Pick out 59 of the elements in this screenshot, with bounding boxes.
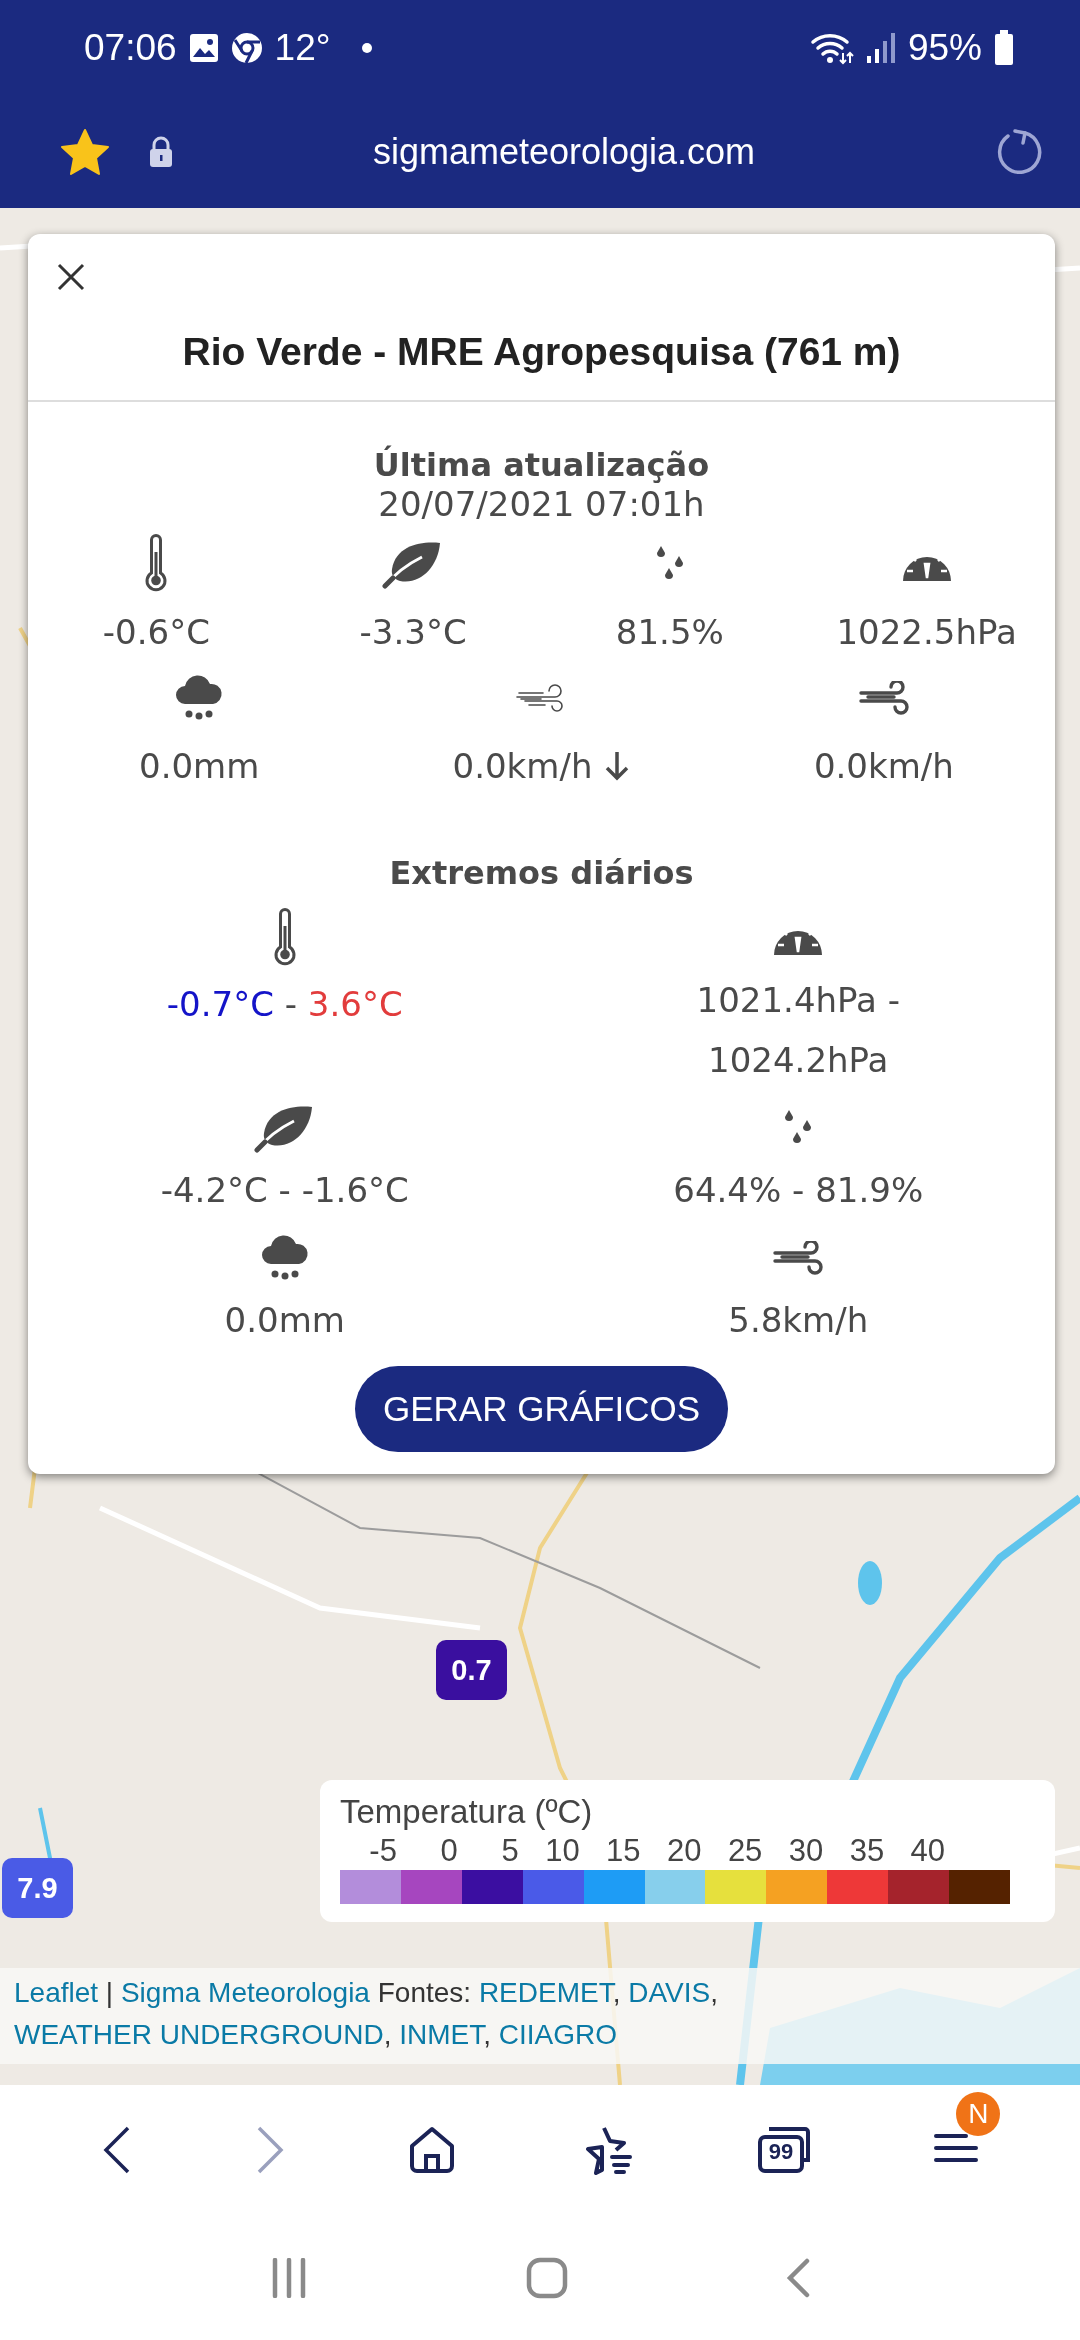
reading-range: 1024.2hPa <box>708 1039 889 1082</box>
legend-tick: 15 <box>605 1832 642 1870</box>
star-icon[interactable] <box>60 127 110 176</box>
attribution-link[interactable]: INMET <box>399 2019 484 2050</box>
attribution-text: Leaflet | Sigma Meteorologia Fontes: REDEMET, DAVIS, WEATHER UNDERGROUND, INMET, CIIAGRO <box>0 1968 1080 2064</box>
reading-value: 0.0km/h <box>813 745 954 788</box>
notification-badge: N <box>956 2092 1001 2136</box>
reading-range: 5.8km/h <box>728 1299 869 1342</box>
reading-value: -3.3°C <box>359 611 467 654</box>
station-title: Rio Verde - MRE Agropesquisa (761 m) <box>182 330 901 374</box>
url-text[interactable]: sigmameteorologia.com <box>174 130 994 173</box>
reading-range: -4.2°C - -1.6°C <box>160 1169 409 1212</box>
update-timestamp: 20/07/2021 07:01h <box>378 484 705 524</box>
reading-value: 1022.5hPa <box>836 611 1017 654</box>
reading-range: -0.7°C - 3.6°C <box>166 983 403 1026</box>
attribution-link[interactable]: Sigma Meteorologia <box>120 1977 370 2008</box>
legend-title: Temperatura (ºC) <box>340 1792 594 1832</box>
notification-dot-icon <box>360 41 373 54</box>
attribution-link[interactable]: REDEMET <box>478 1977 613 2008</box>
legend-tick: 20 <box>665 1832 703 1870</box>
legend-tick: 0 <box>439 1832 459 1870</box>
weather-temperature: 12° <box>274 26 331 69</box>
home-button-icon[interactable] <box>526 2256 568 2299</box>
battery-percentage: 95% <box>907 26 982 69</box>
attribution-link[interactable]: CIIAGRO <box>498 2019 618 2050</box>
reading-range: 64.4% - 81.9% <box>673 1169 924 1212</box>
forward-icon[interactable] <box>255 2125 285 2175</box>
lock-icon <box>148 135 174 168</box>
legend-tick: 40 <box>909 1832 947 1870</box>
image-icon <box>188 32 219 63</box>
back-icon[interactable] <box>101 2125 132 2175</box>
attribution-link[interactable]: Leaflet <box>14 1977 99 2008</box>
reading-range: 0.0mm <box>224 1299 345 1342</box>
close-icon <box>56 262 86 292</box>
legend-tick: 35 <box>848 1832 886 1870</box>
legend-tick: 10 <box>544 1832 581 1870</box>
reading-value: 0.0km/h <box>452 745 593 788</box>
reading-value: 0.0mm <box>139 745 260 788</box>
signal-icon <box>865 31 896 64</box>
section-heading: Última atualização <box>373 446 710 484</box>
attribution-link[interactable]: DAVIS <box>628 1977 711 2008</box>
legend-tick: 30 <box>787 1832 825 1870</box>
map-marker[interactable]: 7.9 <box>2 1858 73 1918</box>
home-icon[interactable] <box>408 2126 457 2174</box>
map-marker[interactable]: 0.7 <box>436 1640 507 1700</box>
attribution-link[interactable]: WEATHER UNDERGROUND <box>14 2019 384 2050</box>
section-heading: Extremos diários <box>389 854 694 892</box>
browser-icon <box>230 31 263 64</box>
clock: 07:06 <box>84 26 177 69</box>
wind-icon <box>857 681 910 715</box>
generate-charts-button[interactable]: GERAR GRÁFICOS <box>355 1366 728 1452</box>
legend-tick: -5 <box>368 1832 398 1870</box>
reading-range: 1021.4hPa - <box>696 979 900 1022</box>
reading-value: 81.5% <box>615 611 724 654</box>
reading-value: -0.6°C <box>102 611 210 654</box>
legend-tick: 5 <box>500 1832 520 1870</box>
battery-icon <box>994 29 1014 66</box>
wind-icon <box>772 1241 825 1275</box>
legend-tick: 25 <box>726 1832 764 1870</box>
